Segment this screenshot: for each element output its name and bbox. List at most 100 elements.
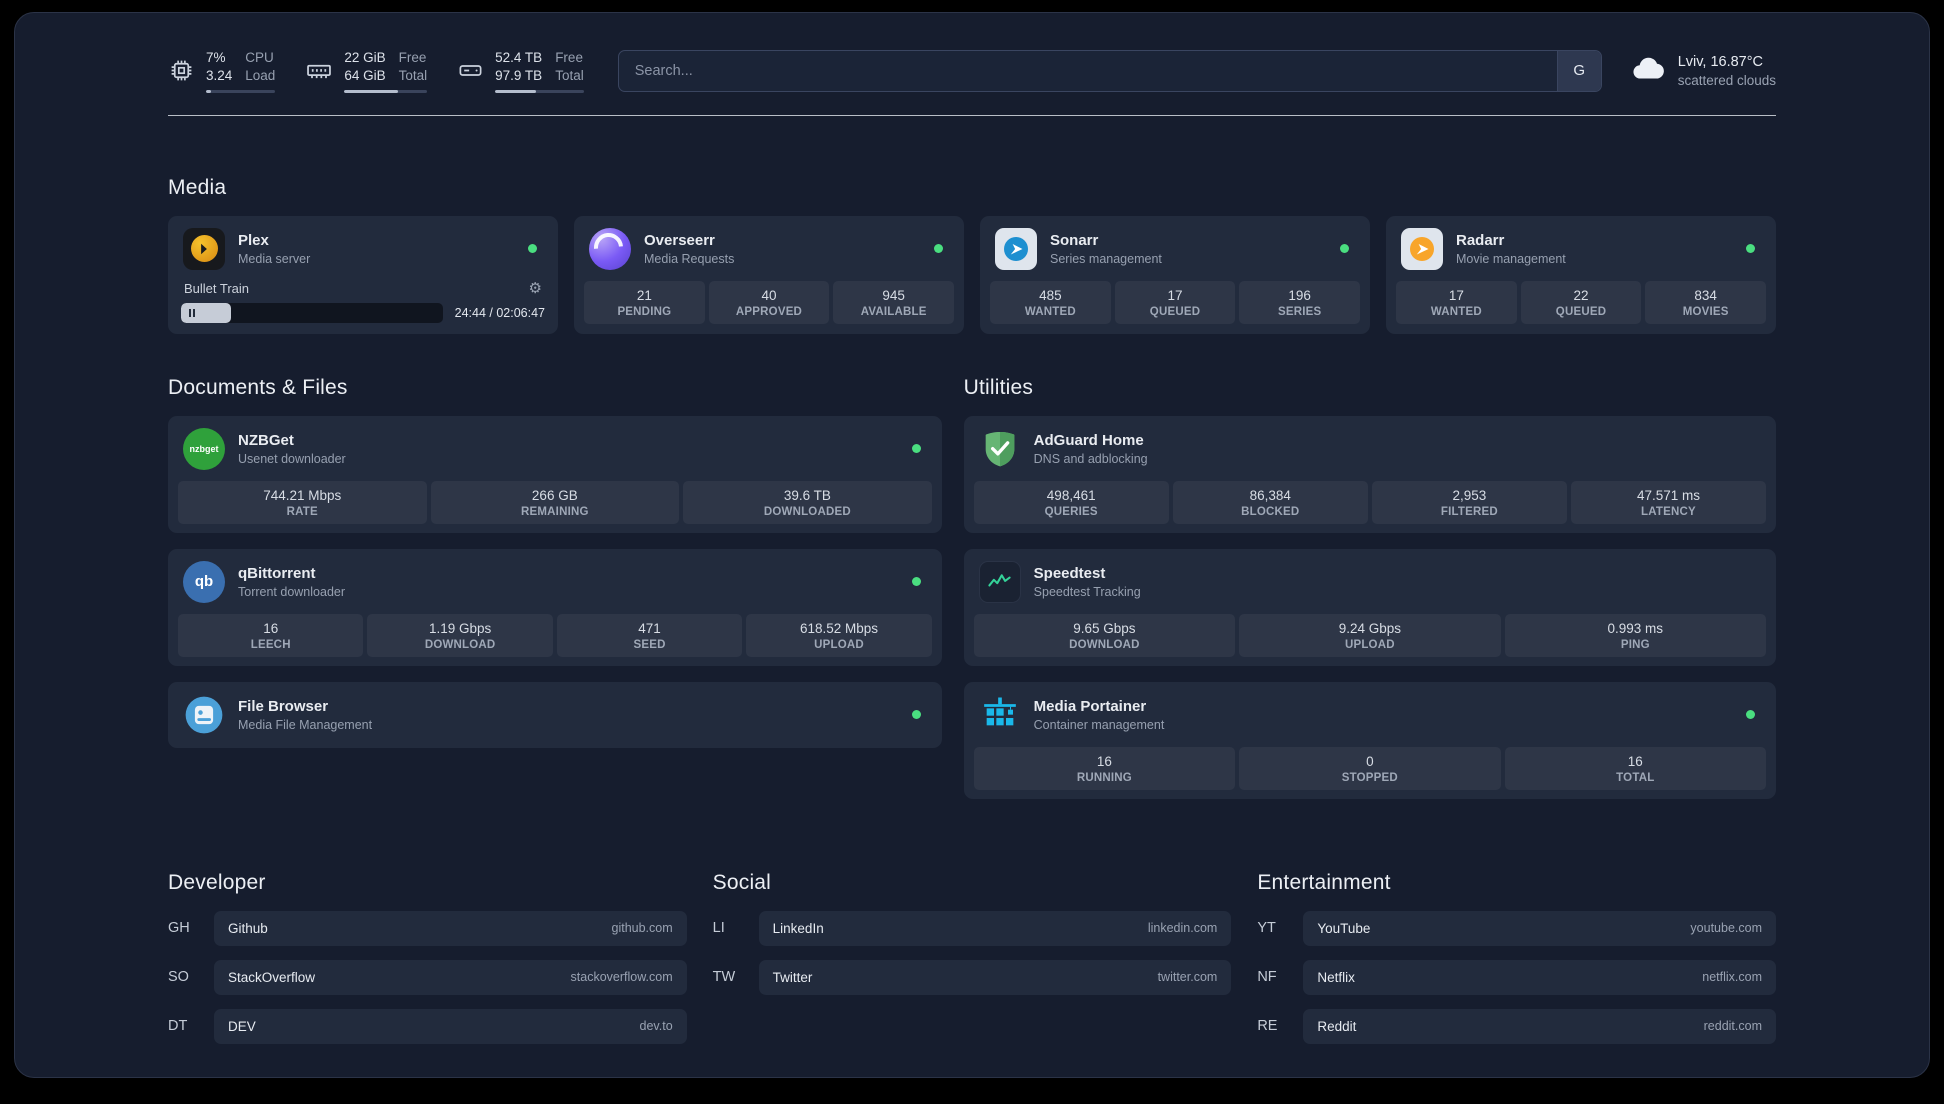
stat-label: BLOCKED (1241, 505, 1300, 518)
service-description: Movie management (1456, 251, 1566, 266)
section-title-media: Media (168, 175, 227, 199)
service-name: Media Portainer (1033, 697, 1147, 715)
disk-free-label: Free (555, 50, 583, 65)
memory-progress-bar (344, 89, 428, 93)
nzbget-icon: nzbget (183, 427, 225, 470)
service-card-radarr[interactable]: Radarr Movie management 17 WANTED 22 QUE… (1386, 215, 1776, 334)
stat-value: 196 (1288, 287, 1311, 303)
service-name: Plex (238, 231, 269, 249)
bookmark-link[interactable]: Reddit reddit.com (1303, 1008, 1776, 1044)
service-description: Media File Management (238, 717, 373, 732)
service-titles: AdGuard Home DNS and adblocking (1034, 432, 1148, 466)
service-card-adguard[interactable]: AdGuard Home DNS and adblocking 498,461 … (963, 415, 1776, 533)
stat-label: STOPPED (1341, 771, 1398, 784)
memory-free-label: Free (398, 50, 427, 65)
service-name: NZBGet (238, 431, 294, 449)
disk-readout: 52.4 TB 97.9 TB Free Total (495, 49, 584, 93)
status-dot (1340, 244, 1349, 254)
dashboard-content: 7% 3.24 CPU Load 22 GiB 64 GiB Free Tota… (168, 13, 1776, 1074)
service-card-header: AdGuard Home DNS and adblocking (974, 425, 1766, 473)
pause-icon[interactable] (189, 308, 195, 317)
dashboard-window: 7% 3.24 CPU Load 22 GiB 64 GiB Free Tota… (14, 12, 1930, 1078)
service-card-filebrowser[interactable]: File Browser Media File Management (168, 681, 942, 748)
memory-readout: 22 GiB 64 GiB Free Total (344, 49, 428, 93)
disk-total-label: Total (555, 67, 584, 83)
stat-value: 16 (1627, 753, 1643, 769)
stats-row: 21 PENDING 40 APPROVED 945 AVAILABLE (584, 280, 955, 324)
bookmark-url: twitter.com (1157, 970, 1218, 985)
service-card-nzbget[interactable]: nzbget NZBGet Usenet downloader 744.21 M… (168, 415, 942, 533)
bookmark-group: Developer GH Github github.com SO StackO… (168, 871, 687, 1044)
stat-label: FILTERED (1440, 505, 1498, 518)
bookmark-group-title: Social (712, 870, 772, 894)
bookmark-link[interactable]: Twitter twitter.com (758, 959, 1232, 995)
stat-label: QUEUED (1149, 305, 1201, 318)
service-card-header: Plex Media server (178, 225, 548, 273)
bookmark-rows: YT YouTube youtube.com NF Netflix netfli… (1257, 910, 1776, 1044)
playback-progress-bar[interactable] (181, 302, 443, 323)
bookmark-link[interactable]: YouTube youtube.com (1303, 910, 1776, 946)
stats-row: 9.65 Gbps DOWNLOAD 9.24 Gbps UPLOAD 0.99… (973, 613, 1767, 657)
stat-value: 0 (1366, 753, 1374, 769)
service-card-header: File Browser Media File Management (178, 691, 932, 739)
bookmark-url: reddit.com (1703, 1019, 1762, 1034)
cpu-load-value: 3.24 (206, 67, 233, 83)
weather-location: Lviv, 16.87°C (1677, 53, 1764, 70)
service-card-header: Sonarr Series management (990, 225, 1360, 273)
stat-tile: 9.24 Gbps UPLOAD (1239, 613, 1501, 657)
bookmark-link[interactable]: DEV dev.to (214, 1008, 687, 1044)
bookmark-name: YouTube (1317, 920, 1371, 936)
stat-value: 0.993 ms (1607, 620, 1664, 636)
stat-value: 86,384 (1249, 487, 1291, 503)
weather-widget[interactable]: Lviv, 16.87°C scattered clouds (1630, 50, 1776, 92)
service-card-qbittorrent[interactable]: qb qBittorrent Torrent downloader 16 LEE… (168, 548, 942, 666)
bookmark-row: SO StackOverflow stackoverflow.com (168, 959, 687, 995)
service-card-plex[interactable]: Plex Media server Bullet Train ⚙ 24:44 /… (168, 215, 558, 334)
bookmark-link[interactable]: Netflix netflix.com (1303, 959, 1776, 995)
disk-icon (457, 57, 484, 84)
bookmark-link[interactable]: Github github.com (214, 910, 687, 946)
bookmark-row: GH Github github.com (168, 910, 687, 946)
stat-tile: 1.19 Gbps DOWNLOAD (367, 613, 553, 657)
cpu-label: CPU (245, 50, 274, 65)
bookmark-link[interactable]: LinkedIn linkedin.com (758, 910, 1232, 946)
service-titles: Overseerr Media Requests (644, 232, 734, 266)
bookmark-url: linkedin.com (1147, 921, 1218, 936)
radarr-icon (1401, 227, 1443, 270)
bookmark-row: TW Twitter twitter.com (713, 959, 1232, 995)
gear-icon[interactable]: ⚙ (529, 281, 542, 296)
service-card-header: Media Portainer Container management (974, 691, 1766, 739)
stat-tile: 16 RUNNING (973, 746, 1236, 790)
bookmark-group: Social LI LinkedIn linkedin.com TW Twitt… (713, 871, 1232, 1044)
stat-label: LATENCY (1641, 505, 1696, 518)
stat-value: 39.6 TB (783, 487, 831, 503)
service-name: File Browser (238, 697, 329, 715)
service-titles: Radarr Movie management (1456, 232, 1566, 266)
bookmark-name: Twitter (772, 969, 813, 985)
stat-label: RATE (286, 505, 318, 518)
media-player-widget: Bullet Train ⚙ 24:44 / 02:06:47 (178, 281, 548, 325)
stat-tile: 47.571 ms LATENCY (1570, 480, 1767, 524)
service-card-portainer[interactable]: Media Portainer Container management 16 … (963, 681, 1776, 799)
bookmark-link[interactable]: StackOverflow stackoverflow.com (214, 959, 687, 995)
status-dot (911, 710, 921, 720)
search-provider-button[interactable]: G (1556, 50, 1601, 91)
service-card-sonarr[interactable]: Sonarr Series management 485 WANTED 17 Q… (980, 215, 1370, 334)
stat-value: 485 (1039, 287, 1062, 303)
weather-condition: scattered clouds (1677, 72, 1776, 88)
stat-label: LEECH (250, 638, 291, 651)
service-card-overseerr[interactable]: Overseerr Media Requests 21 PENDING 40 A… (574, 215, 964, 334)
service-titles: Plex Media server (238, 232, 310, 266)
stat-value: 945 (882, 287, 905, 303)
bookmark-url: dev.to (639, 1019, 673, 1034)
service-titles: qBittorrent Torrent downloader (238, 565, 345, 599)
bookmark-abbr: RE (1257, 1018, 1278, 1035)
service-description: Speedtest Tracking (1033, 584, 1141, 599)
search-input[interactable] (618, 50, 1557, 91)
service-card-speedtest[interactable]: Speedtest Speedtest Tracking 9.65 Gbps D… (963, 548, 1776, 666)
bookmark-abbr: NF (1257, 969, 1277, 986)
stat-value: 9.65 Gbps (1073, 620, 1136, 636)
stat-tile: 39.6 TB DOWNLOADED (683, 480, 932, 524)
stat-label: DOWNLOAD (424, 638, 496, 651)
stat-label: REMAINING (521, 505, 589, 518)
